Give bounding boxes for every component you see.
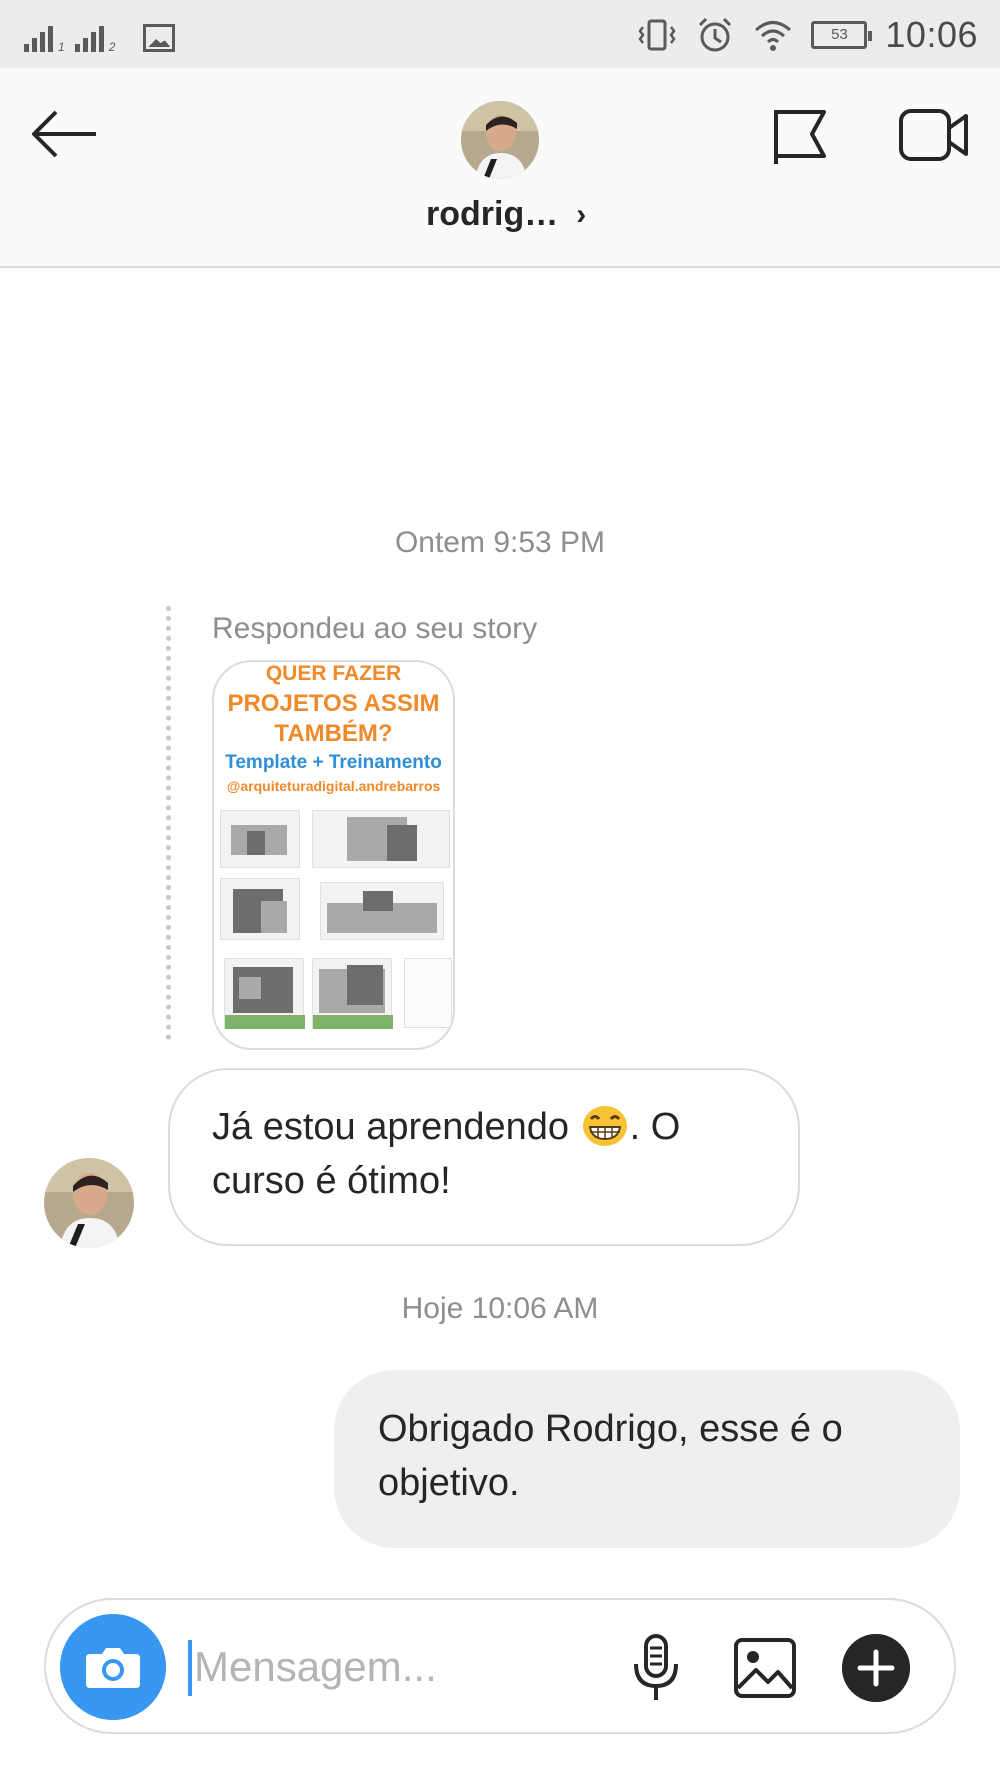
chat-header: rodrig… › (0, 68, 1000, 268)
status-bar-right: 53 10:06 (637, 10, 978, 60)
sim1-label: 1 (58, 40, 65, 54)
message-input[interactable] (194, 1632, 614, 1702)
back-arrow-icon[interactable] (28, 104, 102, 164)
status-bar: 1 2 53 10:06 (0, 0, 1000, 68)
battery-icon: 53 (811, 21, 873, 49)
story-handle: @arquiteturadigital.andrebarros (226, 778, 441, 794)
vibrate-icon (638, 19, 676, 51)
wifi-icon (755, 21, 792, 51)
story-line-1: QUER FAZER (265, 662, 402, 685)
camera-icon[interactable] (60, 1614, 166, 1720)
outgoing-message-bubble[interactable]: Obrigado Rodrigo, esse é o objetivo. (334, 1370, 960, 1548)
story-line-2: PROJETOS ASSIM (227, 690, 440, 717)
story-line-3: TAMBÉM? (274, 720, 393, 747)
timestamp-today: Hoje 10:06 AM (401, 1292, 599, 1325)
story-render-3 (404, 958, 452, 1028)
contact-name-text: rodrig… (426, 195, 559, 233)
text-caret (188, 1640, 192, 1696)
story-plan-4 (320, 882, 444, 940)
status-bar-left: 1 2 (24, 18, 176, 54)
gallery-icon[interactable] (732, 1636, 798, 1700)
avatar[interactable] (461, 101, 539, 179)
flag-icon[interactable] (770, 104, 830, 168)
story-reply-label: Respondeu ao seu story (212, 612, 538, 645)
microphone-icon[interactable] (626, 1632, 686, 1704)
contact-avatar-small[interactable] (44, 1158, 134, 1248)
signal-sim1-icon: 1 (24, 22, 65, 54)
timestamp-yesterday: Ontem 9:53 PM (394, 526, 606, 559)
story-thumbnail[interactable]: QUER FAZER PROJETOS ASSIM TAMBÉM? Templa… (212, 660, 455, 1050)
message-composer (44, 1598, 956, 1734)
signal-sim2-icon: 2 (74, 22, 116, 54)
alarm-icon (699, 17, 732, 52)
chevron-right-icon: › (576, 197, 587, 231)
story-plan-2 (312, 810, 450, 868)
story-plan-3 (220, 878, 300, 940)
story-reply-line (166, 606, 171, 1040)
outgoing-message-text: Obrigado Rodrigo, esse é o objetivo. (378, 1408, 843, 1504)
contact-name[interactable]: rodrig… › (426, 195, 586, 234)
story-render-1 (224, 958, 305, 1029)
story-render-2 (312, 958, 393, 1029)
incoming-message-text: Já estou aprendendo (212, 1106, 570, 1148)
video-call-icon[interactable] (898, 106, 970, 164)
story-plan-1 (220, 810, 300, 868)
sim2-label: 2 (108, 40, 116, 54)
gallery-notification-icon (143, 24, 176, 52)
status-time: 10:06 (885, 14, 978, 55)
incoming-message-bubble[interactable]: Já estou aprendendo . O curso é ótimo! (168, 1068, 800, 1246)
plus-icon[interactable] (842, 1634, 910, 1702)
story-subtitle: Template + Treinamento (225, 752, 442, 773)
grinning-emoji-icon (582, 1106, 627, 1146)
